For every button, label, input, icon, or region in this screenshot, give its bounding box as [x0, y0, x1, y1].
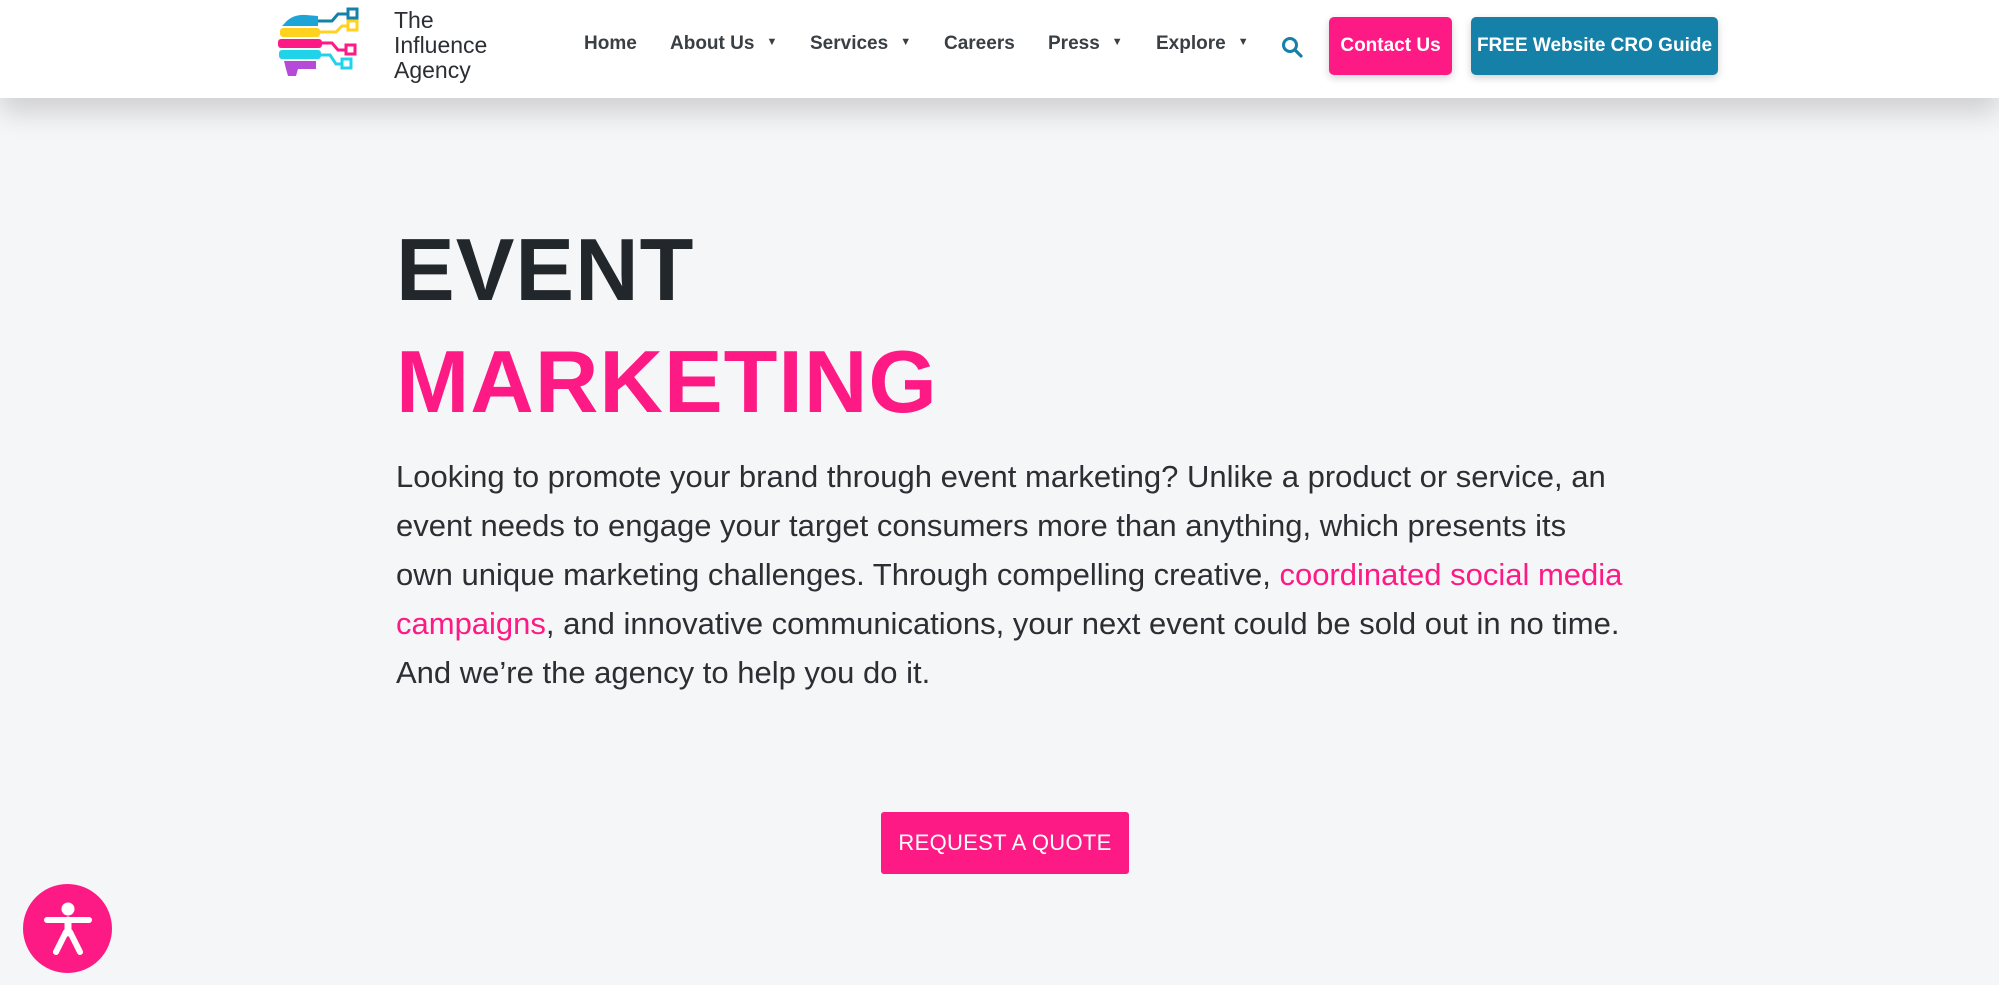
- nav-item-press[interactable]: Press ▼: [1048, 33, 1123, 55]
- hero-paragraph: Looking to promote your brand through ev…: [396, 452, 1626, 697]
- nav-item-explore[interactable]: Explore ▼: [1156, 33, 1249, 55]
- nav-item-label: Explore: [1156, 33, 1226, 54]
- caret-down-icon: ▼: [766, 35, 778, 48]
- nav-item-about-us[interactable]: About Us ▼: [670, 33, 777, 55]
- hero-title-line-1: EVENT: [396, 220, 695, 319]
- logo-line: Influence: [394, 32, 488, 58]
- nav-item-home[interactable]: Home: [584, 33, 637, 55]
- accessibility-person-icon: [43, 902, 92, 955]
- nav-item-label: Press: [1048, 33, 1100, 54]
- nav-item-careers[interactable]: Careers: [944, 33, 1015, 55]
- caret-down-icon: ▼: [900, 35, 912, 48]
- logo-line: Agency: [394, 57, 471, 83]
- brain-circuit-logo-icon: [278, 7, 359, 76]
- hero-title-line-2: MARKETING: [396, 332, 938, 431]
- logo-wordmark: The Influence Agency: [394, 8, 487, 83]
- hero-paragraph-text: , and innovative communications, your ne…: [396, 606, 1620, 690]
- nav-item-label: Services: [810, 33, 889, 54]
- logo-line: The: [394, 7, 434, 33]
- caret-down-icon: ▼: [1111, 35, 1123, 48]
- caret-down-icon: ▼: [1237, 35, 1249, 48]
- search-icon[interactable]: [1281, 36, 1303, 58]
- nav-item-services[interactable]: Services ▼: [810, 33, 911, 55]
- nav-item-label: Careers: [944, 33, 1015, 54]
- site-header: The Influence Agency Home About Us ▼ Serv…: [0, 0, 1999, 98]
- accessibility-widget-button[interactable]: [23, 884, 112, 973]
- site-logo[interactable]: The Influence Agency: [272, 6, 502, 86]
- contact-us-button[interactable]: Contact Us: [1329, 17, 1452, 75]
- nav-item-label: Home: [584, 33, 637, 54]
- free-cro-guide-button[interactable]: FREE Website CRO Guide: [1471, 17, 1718, 75]
- request-quote-button[interactable]: REQUEST A QUOTE: [881, 812, 1129, 874]
- nav-item-label: About Us: [670, 33, 755, 54]
